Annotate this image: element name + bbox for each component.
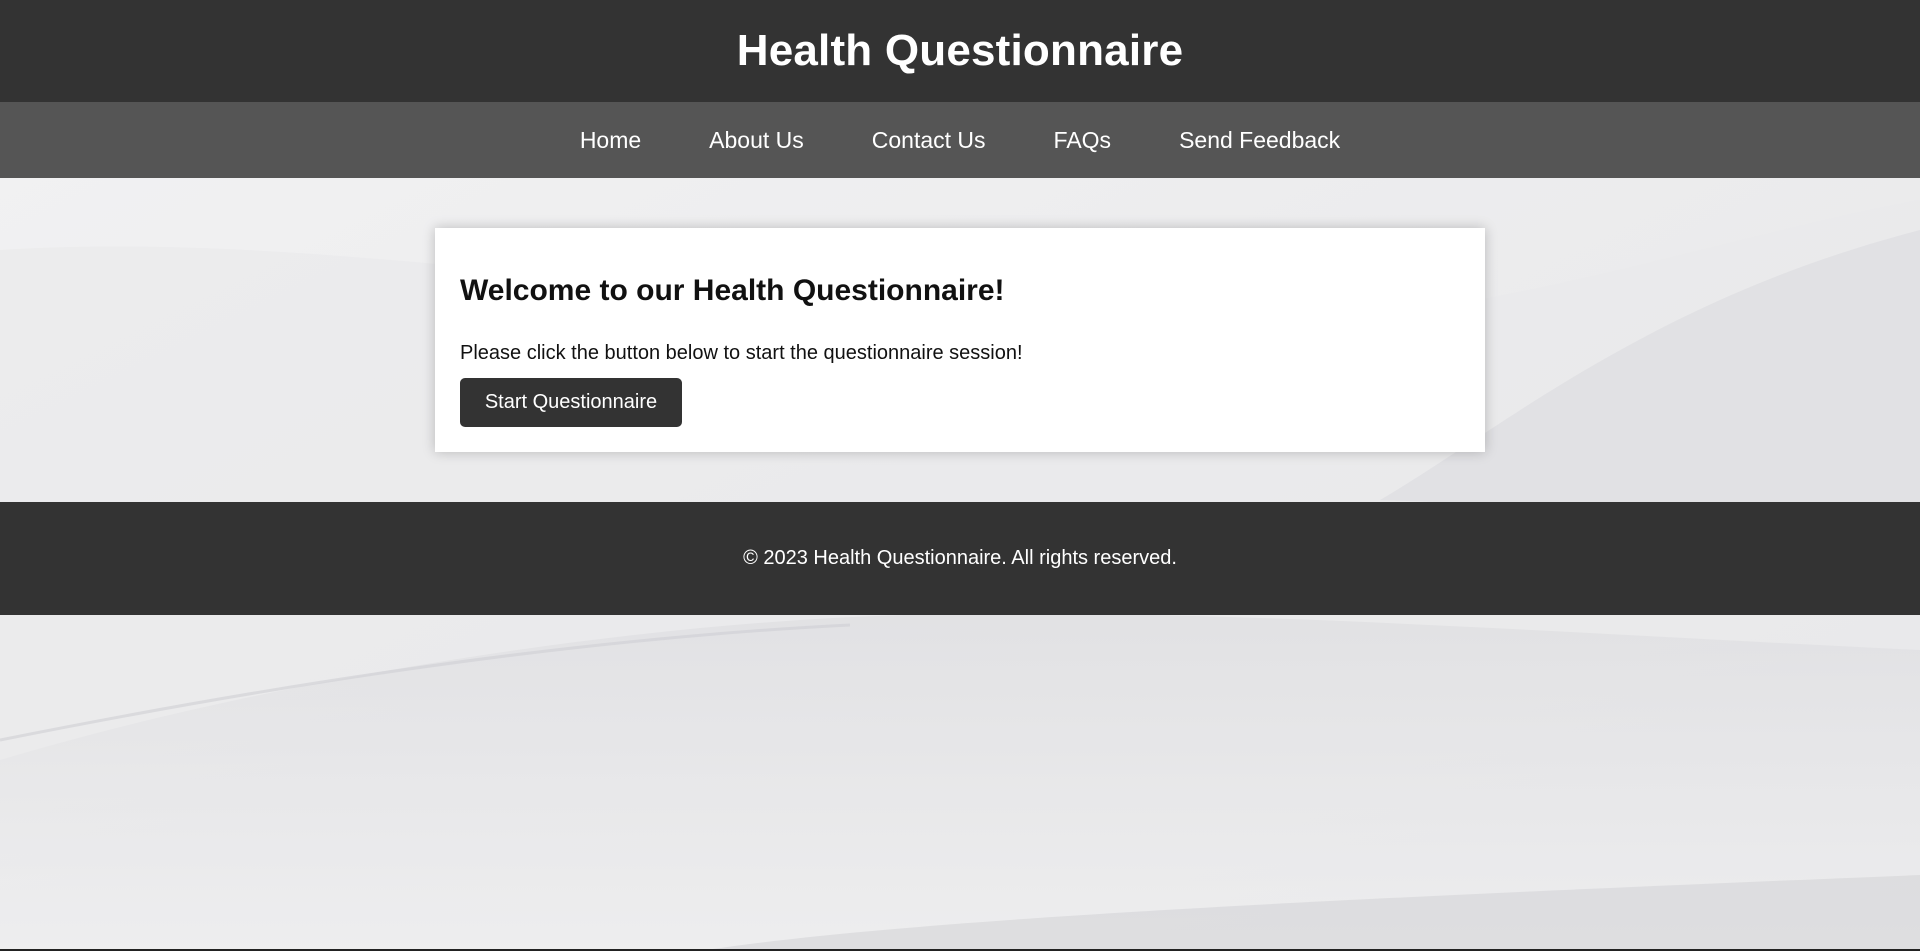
main-content: Welcome to our Health Questionnaire! Ple… bbox=[0, 178, 1920, 502]
welcome-description: Please click the button below to start t… bbox=[460, 342, 1023, 364]
welcome-card: Welcome to our Health Questionnaire! Ple… bbox=[435, 228, 1485, 452]
site-footer: © 2023 Health Questionnaire. All rights … bbox=[0, 502, 1920, 615]
site-header: Health Questionnaire bbox=[0, 0, 1920, 102]
nav-link-faqs[interactable]: FAQs bbox=[1054, 127, 1112, 154]
nav-link-about-us[interactable]: About Us bbox=[709, 127, 804, 154]
nav-link-home[interactable]: Home bbox=[580, 127, 641, 154]
site-title: Health Questionnaire bbox=[736, 26, 1184, 75]
copyright-text: © 2023 Health Questionnaire. All rights … bbox=[743, 547, 1177, 569]
main-nav: Home About Us Contact Us FAQs Send Feedb… bbox=[0, 102, 1920, 178]
welcome-heading: Welcome to our Health Questionnaire! bbox=[460, 274, 1005, 307]
nav-link-contact-us[interactable]: Contact Us bbox=[872, 127, 986, 154]
start-questionnaire-button[interactable]: Start Questionnaire bbox=[460, 378, 682, 427]
nav-link-send-feedback[interactable]: Send Feedback bbox=[1179, 127, 1340, 154]
